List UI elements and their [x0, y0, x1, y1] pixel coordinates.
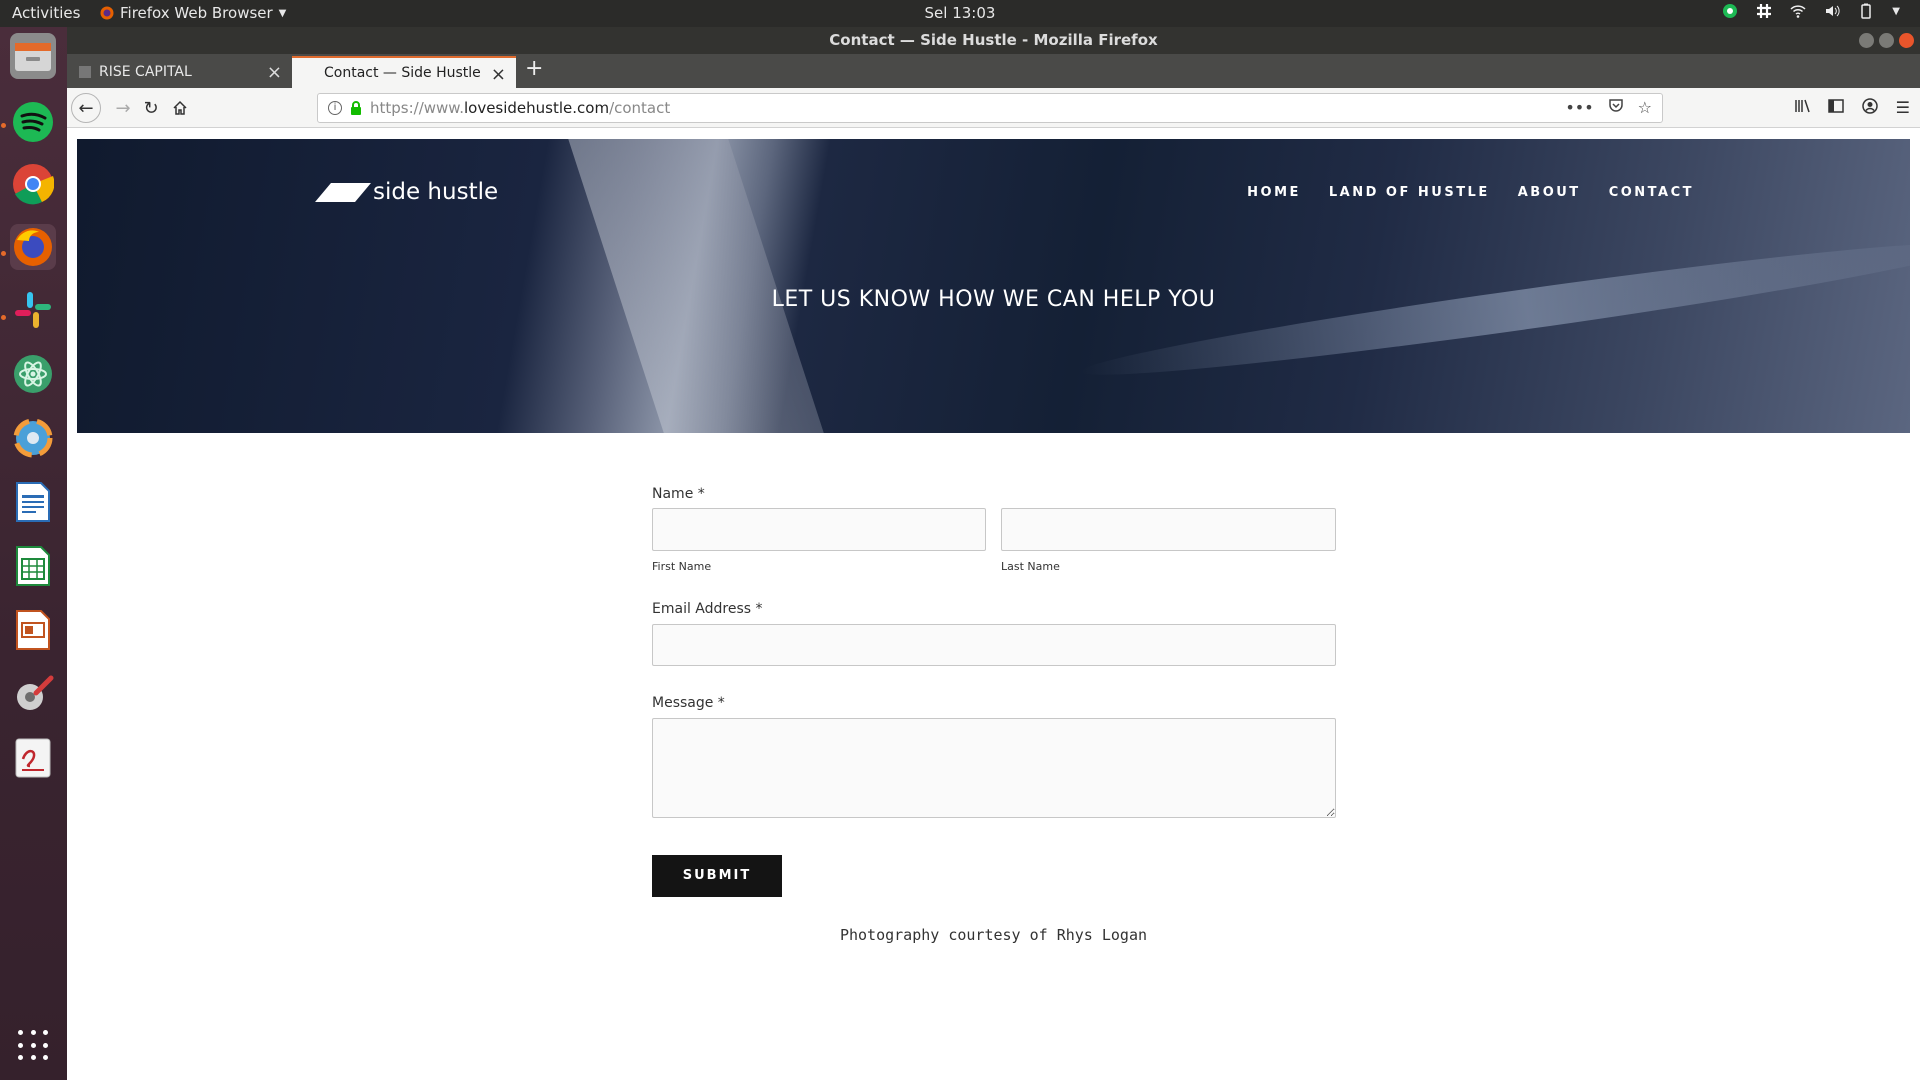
sidebar-icon[interactable] [1827, 98, 1844, 118]
hero-title: LET US KNOW HOW WE CAN HELP YOU [771, 287, 1216, 312]
spotify-icon[interactable] [10, 99, 56, 145]
tab-label: RISE CAPITAL [99, 64, 192, 80]
activities-button[interactable]: Activities [12, 4, 80, 22]
tab-contact-side-hustle[interactable]: Contact — Side Hustle × [292, 56, 516, 88]
library-icon[interactable] [1794, 98, 1810, 118]
nav-about[interactable]: ABOUT [1518, 185, 1581, 200]
site-logo[interactable]: side hustle [315, 179, 498, 205]
nav-land-of-hustle[interactable]: LAND OF HUSTLE [1329, 185, 1490, 200]
url-domain: lovesidehustle.com [463, 99, 610, 117]
tab-favicon-icon [79, 66, 91, 78]
app-menu-label: Firefox Web Browser [120, 4, 273, 22]
navigation-toolbar: ← → ↻ i https://www.lovesidehustle.com/c… [67, 88, 1920, 128]
tab-label: Contact — Side Hustle [324, 65, 481, 81]
settings-update-icon[interactable] [10, 415, 56, 461]
firefox-icon [100, 6, 114, 20]
slack-tray-icon[interactable] [1756, 3, 1772, 19]
logo-text: side hustle [373, 179, 499, 205]
photo-credit: Photography courtesy of Rhys Logan [839, 926, 1148, 944]
system-top-bar: Activities Firefox Web Browser ▼ Sel 13:… [0, 0, 1920, 27]
tab-rise-capital[interactable]: RISE CAPITAL × [67, 56, 292, 88]
system-tools-icon[interactable] [10, 671, 56, 717]
site-info-icon[interactable]: i [328, 101, 342, 115]
home-icon[interactable] [166, 94, 194, 122]
minimize-button[interactable] [1859, 33, 1874, 48]
forward-arrow-icon[interactable]: → [109, 94, 137, 122]
wifi-icon[interactable] [1790, 3, 1806, 19]
pocket-icon[interactable] [1608, 94, 1624, 122]
first-name-sublabel: First Name [652, 560, 712, 573]
atom-icon[interactable] [10, 351, 56, 397]
firefox-icon[interactable] [10, 224, 56, 270]
nav-home[interactable]: HOME [1247, 185, 1301, 200]
power-menu-chevron-icon[interactable]: ▼ [1892, 6, 1900, 17]
writer-icon[interactable] [10, 479, 56, 525]
last-name-sublabel: Last Name [1001, 560, 1060, 573]
account-icon[interactable] [1861, 98, 1878, 118]
message-field[interactable] [652, 718, 1336, 818]
address-bar[interactable]: i https://www.lovesidehustle.com/contact… [317, 93, 1663, 123]
hero-background-image [561, 139, 833, 433]
main-navigation: HOME LAND OF HUSTLE ABOUT CONTACT [1247, 185, 1694, 200]
email-label: Email Address * [652, 601, 763, 617]
reload-icon[interactable]: ↻ [137, 94, 165, 122]
window-title: Contact — Side Hustle - Mozilla Firefox [829, 31, 1158, 49]
new-tab-icon[interactable]: + [525, 56, 543, 81]
ubuntu-dock [0, 27, 67, 1080]
email-field[interactable] [652, 624, 1336, 666]
name-label: Name * [652, 486, 705, 502]
battery-icon[interactable] [1858, 3, 1874, 19]
volume-icon[interactable] [1824, 3, 1840, 19]
last-name-field[interactable] [1001, 508, 1336, 551]
page-viewport: side hustle HOME LAND OF HUSTLE ABOUT CO… [67, 129, 1920, 1080]
logo-mark-icon [315, 182, 371, 202]
close-tab-icon[interactable]: × [491, 64, 506, 85]
maximize-button[interactable] [1879, 33, 1894, 48]
chevron-down-icon: ▼ [278, 7, 287, 19]
hamburger-menu-icon[interactable]: ☰ [1896, 98, 1910, 118]
hero-banner: side hustle HOME LAND OF HUSTLE ABOUT CO… [77, 139, 1910, 433]
url-prefix: https://www. [370, 99, 464, 117]
lock-icon[interactable] [350, 101, 362, 115]
impress-icon[interactable] [10, 607, 56, 653]
chrome-icon[interactable] [10, 161, 56, 207]
message-label: Message * [652, 695, 725, 711]
document-viewer-icon[interactable] [10, 735, 56, 781]
clock[interactable]: Sel 13:03 [925, 4, 996, 22]
close-tab-icon[interactable]: × [267, 62, 282, 83]
files-icon[interactable] [10, 33, 56, 79]
bookmark-star-icon[interactable]: ☆ [1638, 94, 1652, 122]
spotify-tray-icon[interactable] [1722, 3, 1738, 19]
url-path: /contact [609, 99, 671, 117]
show-applications-icon[interactable] [18, 1030, 50, 1062]
slack-icon[interactable] [10, 287, 56, 333]
system-tray: ▼ [1722, 3, 1900, 19]
app-menu[interactable]: Firefox Web Browser ▼ [100, 4, 286, 22]
page-actions-icon[interactable]: ••• [1565, 94, 1593, 122]
window-title-bar: Contact — Side Hustle - Mozilla Firefox [67, 27, 1920, 54]
calc-icon[interactable] [10, 543, 56, 589]
back-arrow-icon[interactable]: ← [71, 93, 101, 123]
first-name-field[interactable] [652, 508, 986, 551]
tab-strip: RISE CAPITAL × Contact — Side Hustle × + [67, 54, 1920, 88]
submit-button[interactable]: SUBMIT [652, 855, 782, 897]
nav-contact[interactable]: CONTACT [1609, 185, 1694, 200]
close-window-button[interactable] [1899, 33, 1914, 48]
